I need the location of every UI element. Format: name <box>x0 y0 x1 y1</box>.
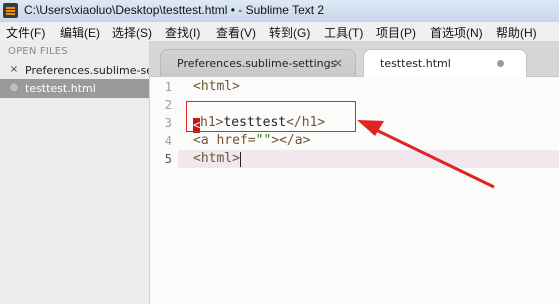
text-caret <box>240 152 241 167</box>
line-number: 2 <box>164 98 172 112</box>
tab-label: testtest.html <box>380 57 451 70</box>
code-line-1: <html> <box>193 79 240 94</box>
h1-close-tag: </h1> <box>286 115 326 130</box>
menu-help[interactable]: 帮助(H) <box>496 24 537 41</box>
sidebar-file-label: testtest.html <box>25 82 96 95</box>
tab-bar: Preferences.sublime-settings × testtest.… <box>150 41 559 78</box>
selected-char: < <box>193 118 201 133</box>
sidebar-file-testtest[interactable]: ● testtest.html <box>0 79 149 98</box>
close-icon[interactable]: × <box>333 56 343 70</box>
menu-find[interactable]: 查找(I) <box>165 24 200 41</box>
menu-edit[interactable]: 编辑(E) <box>60 24 100 41</box>
line-number: 3 <box>164 116 172 130</box>
tab-preferences[interactable]: Preferences.sublime-settings × <box>160 49 356 77</box>
close-icon[interactable]: × <box>9 64 19 75</box>
title-bar: C:\Users\xiaoluo\Desktop\testtest.html •… <box>0 0 559 23</box>
window-title: C:\Users\xiaoluo\Desktop\testtest.html •… <box>24 3 325 17</box>
editor[interactable]: 1 2 3 4 5 <html> <h1>testtest</h1> <a hr… <box>150 77 559 304</box>
menu-tools[interactable]: 工具(T) <box>324 24 363 41</box>
sublime-text-icon[interactable] <box>3 3 18 18</box>
anchor-close: ></a> <box>271 133 311 148</box>
menu-bar: 文件(F) 编辑(E) 选择(S) 查找(I) 查看(V) 转到(G) 工具(T… <box>0 22 559 42</box>
unsaved-dot-icon[interactable]: ● <box>9 82 19 93</box>
tab-testtest[interactable]: testtest.html <box>363 49 527 78</box>
h1-text: testtest <box>223 115 287 130</box>
h1-open-tag: h1> <box>200 115 224 130</box>
line-number: 4 <box>164 134 172 148</box>
code-line-4: <a href=""></a> <box>193 133 310 148</box>
line-number: 5 <box>164 152 172 166</box>
menu-project[interactable]: 项目(P) <box>376 24 416 41</box>
href-value: "" <box>255 133 272 148</box>
menu-file[interactable]: 文件(F) <box>6 24 45 41</box>
menu-selection[interactable]: 选择(S) <box>112 24 152 41</box>
code-line-3: <h1>testtest</h1> <box>193 115 325 133</box>
menu-goto[interactable]: 转到(G) <box>269 24 310 41</box>
tab-label: Preferences.sublime-settings <box>177 57 337 70</box>
sidebar-file-label: Preferences.sublime-settings <box>25 64 149 77</box>
line-number: 1 <box>164 80 172 94</box>
sidebar-file-preferences[interactable]: × Preferences.sublime-settings <box>0 61 149 80</box>
line-gutter: 1 2 3 4 5 <box>150 77 178 304</box>
code-line-5: <html> <box>193 151 240 166</box>
menu-view[interactable]: 查看(V) <box>216 24 256 41</box>
open-files-heading: OPEN FILES <box>8 46 68 57</box>
menu-preferences[interactable]: 首选项(N) <box>430 24 483 41</box>
unsaved-dot-icon[interactable] <box>497 60 504 67</box>
anchor-open: <a href= <box>193 133 256 148</box>
sidebar: OPEN FILES × Preferences.sublime-setting… <box>0 41 150 304</box>
